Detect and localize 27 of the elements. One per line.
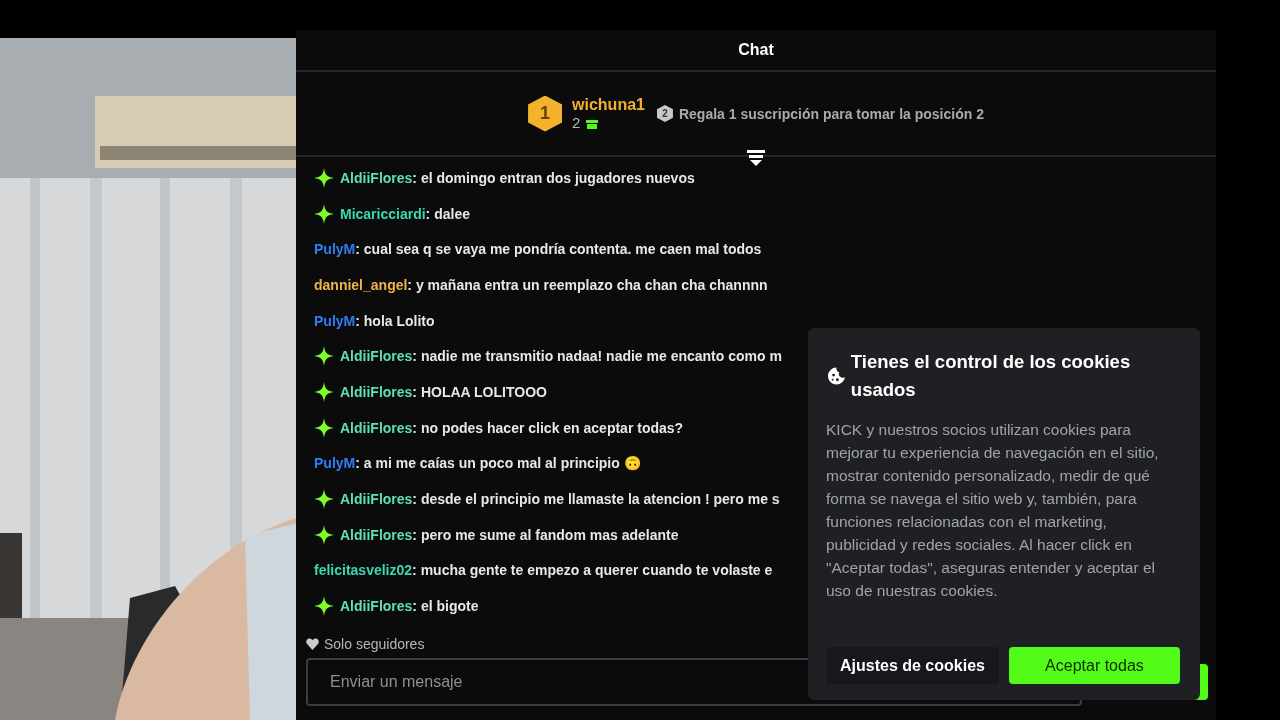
chat-message: PulyM: cual sea q se vaya me pondría contenta. me caen mal todos [314,241,762,258]
chat-message: AldiiFlores: nadie me transmitio nadaa! nadie me encanto como m [340,348,782,365]
chat-message: PulyM: a mi me caías un poco mal al principio 🙃 [314,455,641,472]
cookie-icon [826,365,847,387]
chat-message: Micaricciardi: dalee [340,205,470,222]
chat-title: Chat [738,41,774,59]
gift-count: 2 [572,114,581,131]
chat-message: PulyM: hola Lolito [314,312,435,329]
gift-hint: Regala 1 suscripción para tomar la posición 2 [678,105,984,122]
chat-message: AldiiFlores: el domingo entran dos jugadores nuevos [340,169,695,186]
chat-message: AldiiFlores: pero me sume al fandom mas adelante [340,526,679,543]
rank-badge: 1 [528,95,563,132]
heart-icon [306,638,319,650]
cookie-text: KICK y nuestros socios utilizan cookies para mejorar tu experiencia de navegación en el sitio, mostrar contenido personalizado, medir de qué forma se navega el sitio web y, también, para funciones relacionadas con el marketing, publicidad y redes sociales. Al hacer click en "Aceptar todas", aseguras entender y aceptar el uso de nuestras cookies. [826,420,1160,601]
chat-message: danniel_angel: y mañana entra un reemplazo cha chan cha channnn [314,276,768,293]
scroll-down-icon[interactable] [746,149,766,167]
settings-button[interactable]: Ajustes de cookies [826,647,999,684]
chat-message: felicitasveliz02: mucha gente te empezo a querer cuando te volaste e [314,562,773,579]
chat-message: AldiiFlores: no podes hacer click en aceptar todas? [340,419,684,436]
followers-only-label: Solo seguidores [324,636,425,652]
chat-message: AldiiFlores: HOLAA LOLITOOO [340,383,547,400]
accept-button[interactable]: Aceptar todas [1008,647,1180,684]
chat-message: AldiiFlores: desde el principio me llamaste la atencion ! pero me s [340,491,780,508]
cookie-title: Tienes el control de los cookies usados [850,350,1132,402]
chat-message: AldiiFlores: el bigote [340,598,479,615]
leader-name: wichuna1 [572,96,645,114]
rank-badge: 2 [656,105,673,122]
